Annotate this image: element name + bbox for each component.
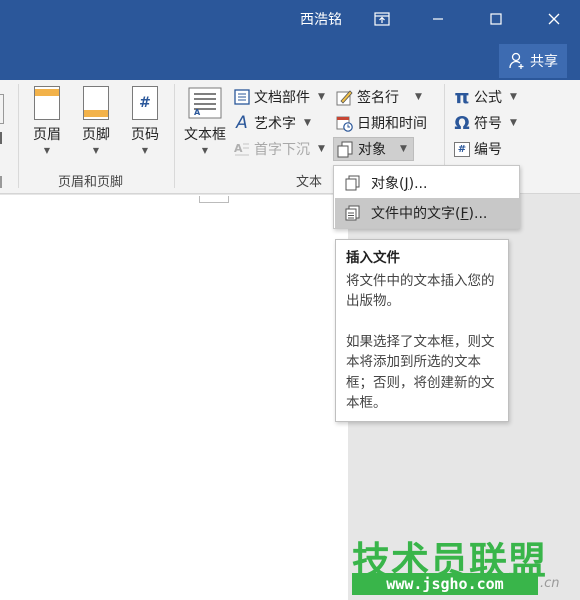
chevron-down-icon: ▼ [318,92,325,102]
title-bar: 西浩铭 共享 [0,0,580,80]
symbol-button[interactable]: Ω 符号 ▼ [454,111,517,135]
svg-text:A: A [234,142,243,155]
menu-item-text-from-file-label: 文件中的文字(F)... [371,206,488,222]
page-margin-mark [199,196,229,203]
wordart-button[interactable]: A 艺术字 ▼ [234,111,311,135]
tooltip-title: 插入文件 [346,250,400,266]
svg-text:A: A [194,108,201,117]
watermark-suffix: .cn [540,576,560,591]
drop-cap-icon: A [234,142,249,156]
cutoff-group-edge [0,176,2,188]
object-icon [337,141,353,157]
textbox-label: 文本框 [184,127,226,143]
tooltip-description: 将文件中的文本插入您的出版物。 [346,272,495,310]
user-name[interactable]: 西浩铭 [300,9,342,29]
object-button[interactable]: 对象 ▼ [333,137,414,161]
object-dropdown-menu: 对象(J)... 文件中的文字(F)... [333,165,520,229]
symbol-label: 符号 [474,116,502,132]
chevron-down-icon: ▼ [304,118,311,128]
chevron-down-icon: ▼ [510,118,517,128]
textbox-button[interactable]: A 文本框 ▼ [181,86,229,166]
chevron-down-icon: ▼ [201,146,209,155]
share-button[interactable]: 共享 [499,44,567,78]
insert-file-tooltip: 插入文件 将文件中的文本插入您的出版物。 如果选择了文本框，则文本将添加到所选的… [335,239,509,422]
wordart-label: 艺术字 [254,116,296,132]
chevron-down-icon: ▼ [141,146,149,155]
numbering-glyph: # [457,143,467,155]
omega-icon: Ω [454,112,470,134]
chevron-down-icon: ▼ [400,144,407,154]
person-add-icon [509,52,524,69]
tooltip-note: 如果选择了文本框，则文本将添加到所选的文本框；否则，将创建新的文本框。 [346,333,495,412]
watermark-url: www.jsgho.com [352,573,538,595]
quick-parts-icon [234,89,250,105]
header-label: 页眉 [33,127,61,143]
numbering-label: 编号 [474,142,502,158]
menu-item-object[interactable]: 对象(J)... [335,168,520,198]
object-icon [345,175,360,191]
signature-line-button[interactable]: 签名行 ▼ [336,85,422,109]
date-time-label: 日期和时间 [357,116,427,132]
menu-item-object-label: 对象(J)... [371,176,428,192]
footer-label: 页脚 [82,127,110,143]
chevron-down-icon: ▼ [318,144,325,154]
watermark: 技术员联盟 www.jsgho.com .cn [350,530,580,600]
header-footer-group-label: 页眉和页脚 [58,175,124,190]
calendar-clock-icon [336,116,353,132]
text-file-icon [345,205,360,221]
share-label: 共享 [530,54,558,70]
document-page[interactable] [0,195,348,600]
signature-line-label: 签名行 [357,90,399,106]
signature-icon [336,89,353,105]
numbering-button[interactable]: # 编号 [454,137,502,161]
numbering-icon: # [454,141,470,157]
chevron-down-icon: ▼ [92,146,100,155]
page-number-glyph: # [139,95,151,111]
minimize-icon [433,18,443,20]
group-separator [18,84,19,188]
drop-cap-label: 首字下沉 [254,142,310,158]
object-label: 对象 [358,142,386,158]
equation-label: 公式 [474,90,502,106]
equation-button[interactable]: π 公式 ▼ [454,85,517,109]
page-number-label: 页码 [131,127,159,143]
close-icon [548,13,560,25]
text-group-label: 文本 [296,175,323,190]
wordart-icon: A [236,113,248,133]
footer-page-icon [83,86,109,120]
close-button[interactable] [534,4,574,34]
textbox-icon: A [188,87,222,119]
group-separator [174,84,175,188]
header-page-icon [34,86,60,120]
drop-cap-button[interactable]: A 首字下沉 ▼ [234,137,325,161]
date-time-button[interactable]: 日期和时间 [336,111,427,135]
ribbon-display-icon [374,12,390,26]
footer-button[interactable]: 页脚 ▼ [73,86,119,166]
maximize-button[interactable] [476,4,516,34]
maximize-icon [490,13,502,25]
quick-parts-label: 文档部件 [254,90,310,106]
ribbon-display-options-button[interactable] [362,4,402,34]
chevron-down-icon: ▼ [415,92,422,102]
chevron-down-icon: ▼ [43,146,51,155]
cutoff-button-edge [0,94,4,124]
page-number-icon: # [132,86,158,120]
pi-icon: π [454,86,470,108]
page-number-button[interactable]: # 页码 ▼ [122,86,168,166]
header-button[interactable]: 页眉 ▼ [24,86,70,166]
minimize-button[interactable] [418,4,458,34]
quick-parts-button[interactable]: 文档部件 ▼ [234,85,325,109]
chevron-down-icon: ▼ [510,92,517,102]
menu-item-text-from-file[interactable]: 文件中的文字(F)... [335,198,520,228]
cutoff-label-edge [0,132,2,144]
